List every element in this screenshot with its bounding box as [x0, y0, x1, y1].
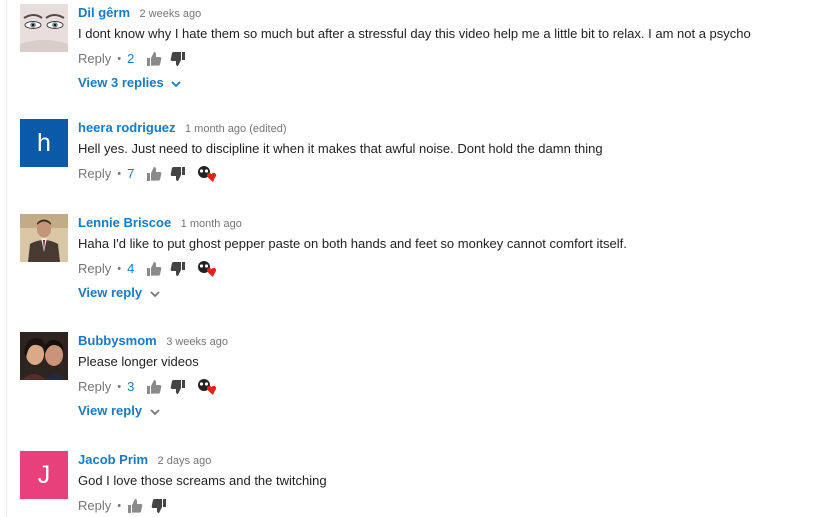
comment-text: Haha I'd like to put ghost pepper paste …	[78, 236, 627, 251]
thumbs-up-icon[interactable]	[146, 261, 162, 277]
comment-author[interactable]: Bubbysmom	[78, 333, 157, 348]
avatar[interactable]: h	[20, 119, 68, 167]
view-replies-label: View reply	[78, 403, 143, 418]
avatar-eyes-image	[20, 4, 68, 52]
reply-button[interactable]: Reply	[78, 50, 111, 68]
avatar[interactable]	[20, 214, 68, 262]
creator-heart-icon	[196, 165, 220, 183]
thumbs-up-icon[interactable]	[146, 379, 162, 395]
separator-dot: •	[117, 263, 122, 275]
like-count: 7	[127, 166, 135, 181]
comment-author[interactable]: Jacob Prim	[78, 452, 148, 467]
comment-actions: Reply • 2	[78, 50, 808, 68]
separator-dot: •	[117, 168, 122, 180]
reply-button[interactable]: Reply	[78, 497, 111, 515]
comment-timestamp[interactable]: 1 month ago (edited)	[185, 123, 287, 135]
comment-text: God I love those screams and the twitchi…	[78, 473, 327, 488]
comment-text: Hell yes. Just need to discipline it whe…	[78, 141, 603, 156]
like-count: 3	[127, 379, 135, 394]
like-count: 2	[127, 51, 135, 66]
chevron-down-icon	[171, 80, 182, 87]
avatar-letter: J	[37, 461, 51, 489]
view-replies-toggle[interactable]: View 3 replies	[78, 74, 808, 92]
comment-timestamp[interactable]: 1 month ago	[181, 218, 242, 230]
comment-timestamp[interactable]: 2 days ago	[158, 455, 212, 467]
view-replies-toggle[interactable]: View reply	[78, 284, 808, 302]
thumbs-down-icon[interactable]	[170, 261, 186, 277]
comment-actions: Reply • 4	[78, 260, 808, 278]
comment-actions: Reply • 7	[78, 165, 808, 183]
separator-dot: •	[117, 53, 122, 65]
avatar[interactable]: J	[20, 451, 68, 499]
thumbs-up-icon[interactable]	[146, 166, 162, 182]
comment-actions: Reply •	[78, 497, 808, 515]
thumbs-down-icon[interactable]	[170, 166, 186, 182]
chevron-down-icon	[150, 408, 160, 415]
view-replies-label: View reply	[78, 285, 143, 300]
like-count: 4	[127, 261, 135, 276]
reply-button[interactable]: Reply	[78, 260, 111, 278]
thumbs-down-icon[interactable]	[170, 379, 186, 395]
left-divider	[6, 0, 7, 517]
comment-author[interactable]: Lennie Briscoe	[78, 215, 171, 230]
avatar-photo-image	[20, 214, 68, 262]
thumbs-down-icon[interactable]	[151, 498, 167, 514]
comment-text: Please longer videos	[78, 354, 199, 369]
avatar-photo-image	[20, 332, 68, 380]
reply-button[interactable]: Reply	[78, 378, 111, 396]
view-replies-toggle[interactable]: View reply	[78, 402, 808, 420]
creator-heart-icon	[196, 260, 220, 278]
thumbs-up-icon[interactable]	[127, 498, 143, 514]
thumbs-down-icon[interactable]	[170, 51, 186, 67]
comment-timestamp[interactable]: 3 weeks ago	[166, 336, 228, 348]
reply-button[interactable]: Reply	[78, 165, 111, 183]
separator-dot: •	[117, 500, 122, 512]
avatar[interactable]	[20, 332, 68, 380]
view-replies-label: View 3 replies	[78, 75, 164, 90]
comment-author[interactable]: heera rodriguez	[78, 120, 176, 135]
comment-text: I dont know why I hate them so much but …	[78, 26, 751, 41]
avatar-letter: h	[37, 129, 51, 157]
avatar[interactable]	[20, 4, 68, 52]
comment-author[interactable]: Dil gêrm	[78, 5, 130, 20]
comment-actions: Reply • 3	[78, 378, 808, 396]
separator-dot: •	[117, 381, 122, 393]
chevron-down-icon	[150, 290, 160, 297]
comment-timestamp[interactable]: 2 weeks ago	[139, 8, 201, 20]
thumbs-up-icon[interactable]	[146, 51, 162, 67]
comments-page: Dil gêrm 2 weeks ago I dont know why I h…	[0, 0, 822, 517]
creator-heart-icon	[196, 378, 220, 396]
